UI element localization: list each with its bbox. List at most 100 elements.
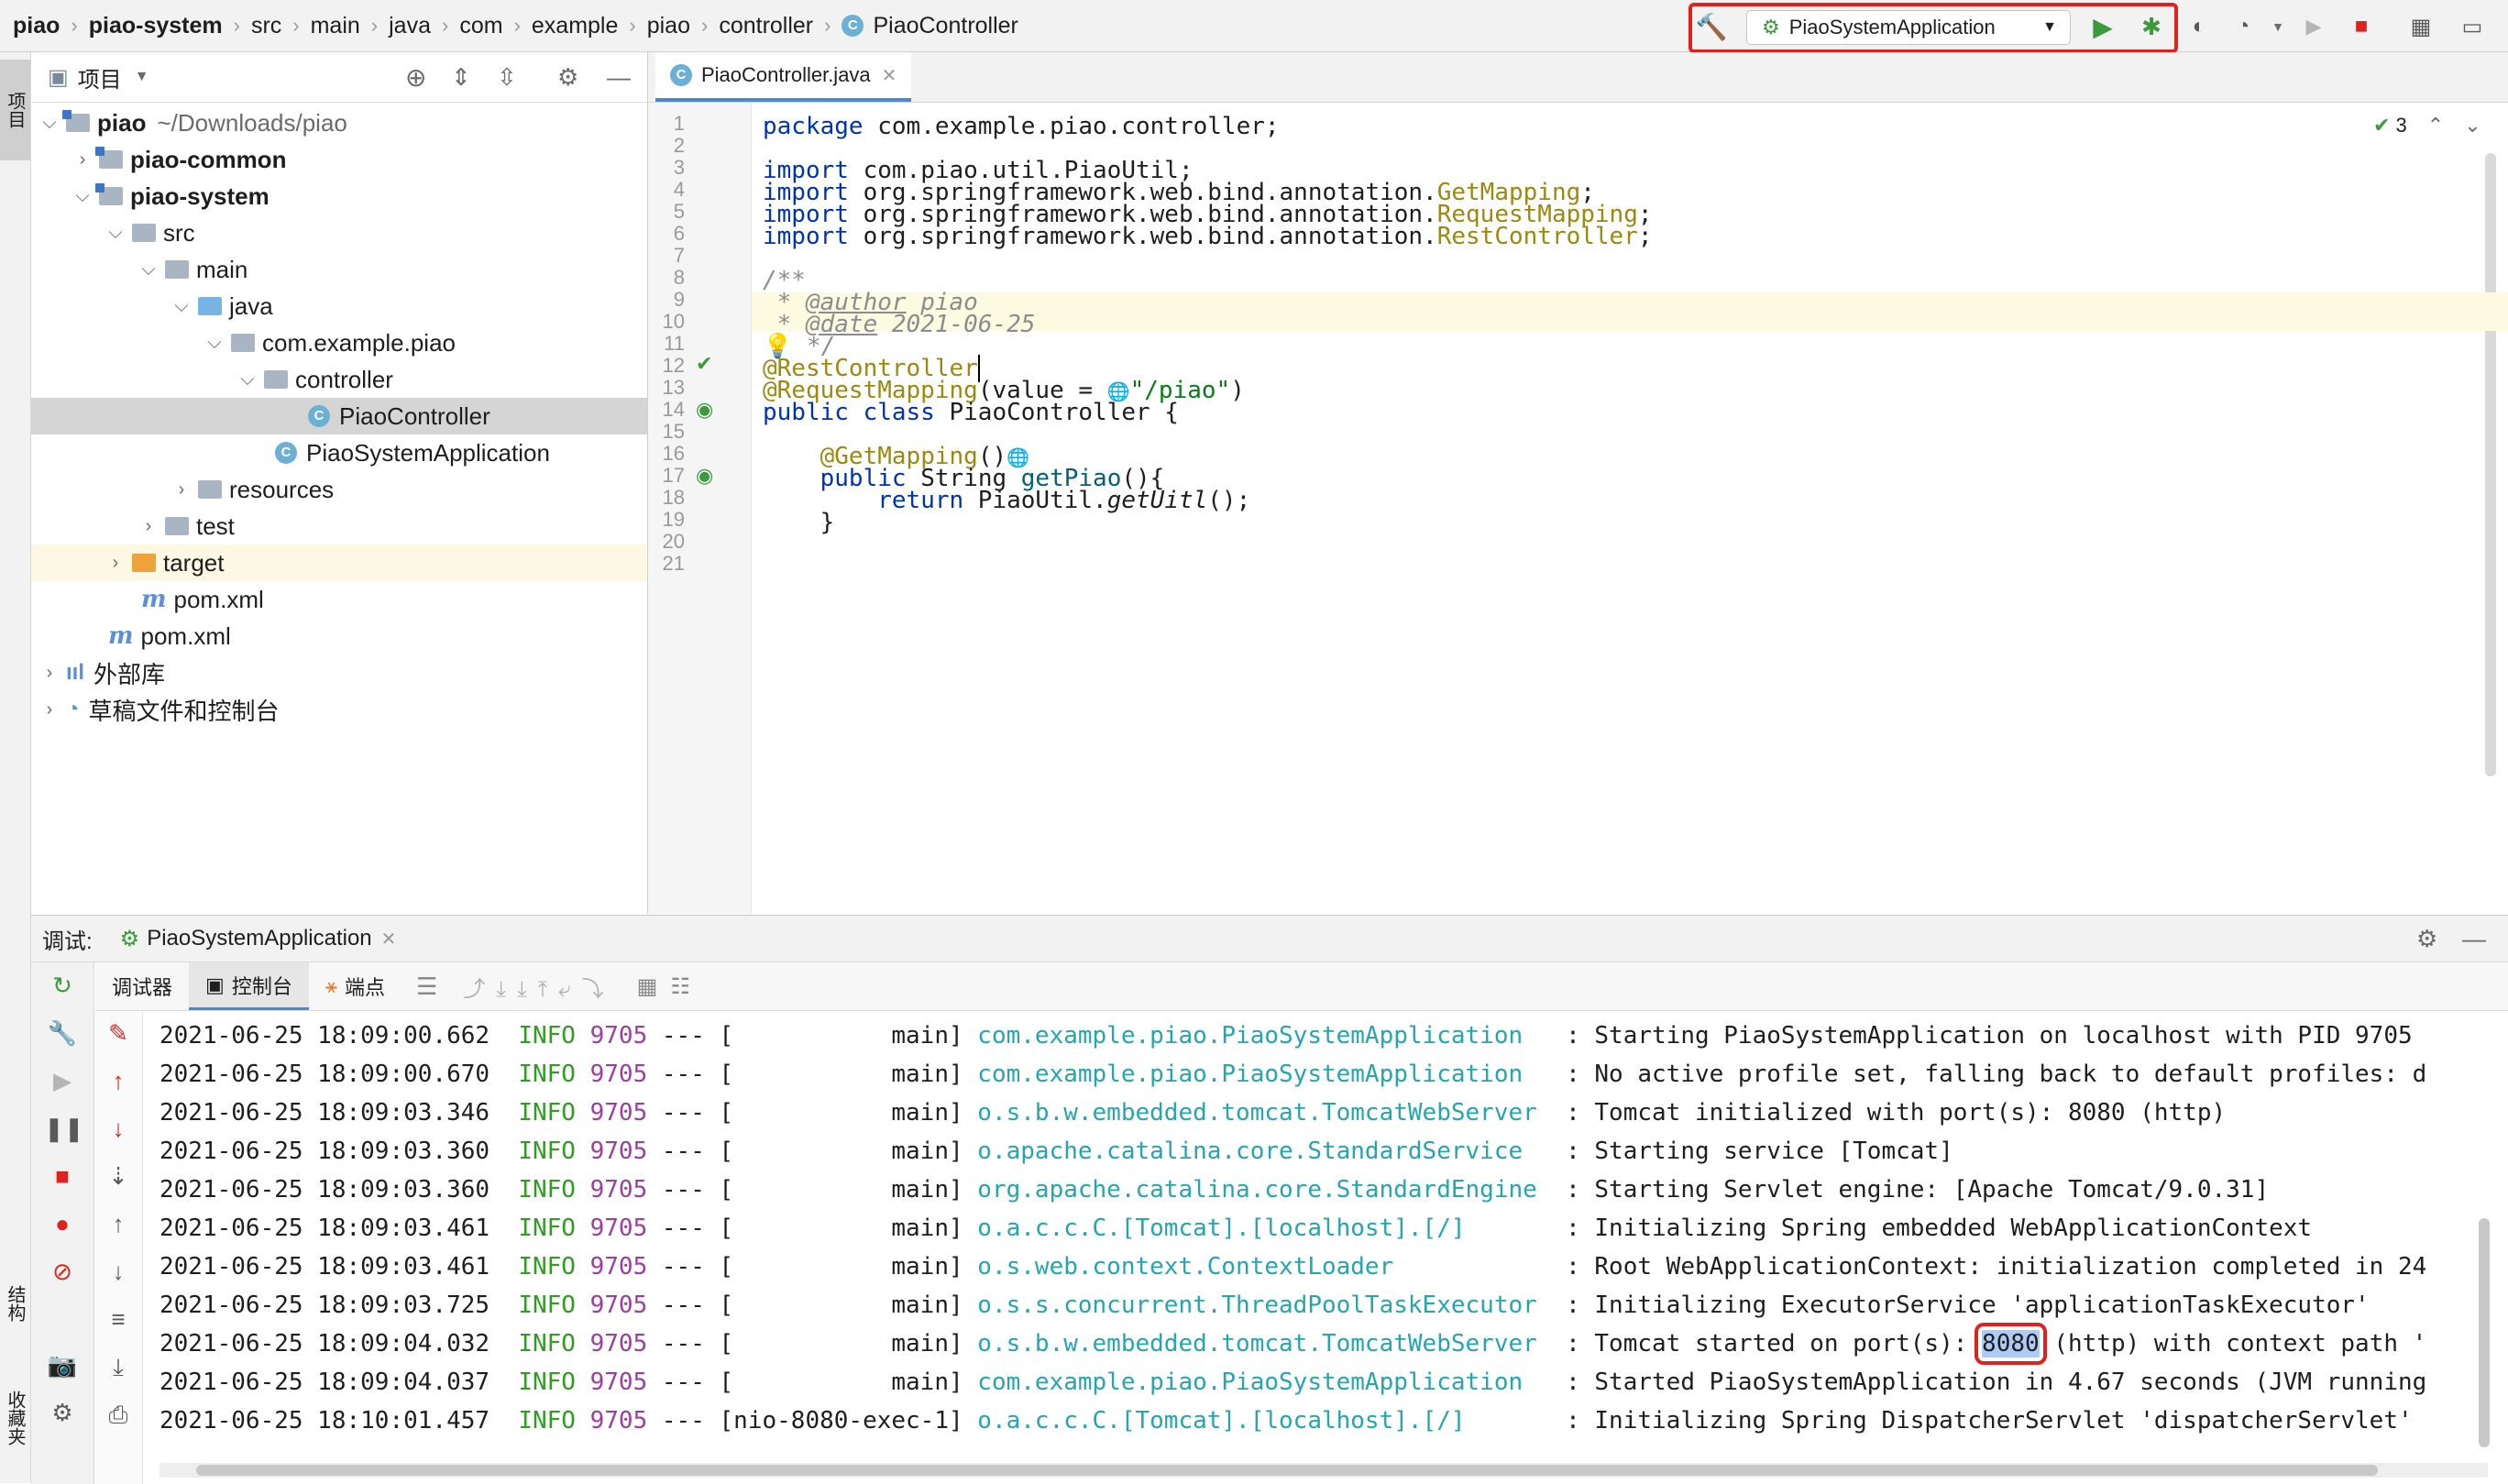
tree-item-target[interactable]: › target (31, 544, 647, 581)
breadcrumb-item-current[interactable]: C PiaoController (842, 13, 1018, 39)
breadcrumb-item[interactable]: main (311, 13, 360, 39)
tree-item-external-libraries[interactable]: › ııl 外部库 (31, 654, 647, 691)
chevron-right-icon[interactable]: › (73, 149, 92, 170)
minimize-icon[interactable]: — (607, 63, 631, 92)
dropdown-arrow-icon[interactable]: ▼ (135, 69, 149, 85)
print-icon[interactable]: ⎙ (100, 1401, 137, 1430)
chevron-down-icon[interactable]: ⌵ (172, 296, 191, 317)
collapse-all-icon[interactable]: ⇳ (497, 63, 517, 92)
gear-icon[interactable]: ⚙ (2416, 925, 2437, 953)
scrollbar-thumb[interactable] (196, 1465, 2378, 1476)
spring-bean-gutter-icon[interactable]: ◉ (696, 398, 713, 422)
editor-scrollbar[interactable] (2485, 153, 2496, 776)
menu-icon[interactable]: ☰ (416, 973, 437, 1001)
chevron-down-icon[interactable]: ⌄ (2464, 114, 2480, 137)
maven-icon: m (141, 586, 167, 613)
arrow-up-icon[interactable]: ↑ (100, 1067, 137, 1095)
debug-session-tab[interactable]: ⚙ PiaoSystemApplication ✕ (120, 926, 397, 952)
evaluate-icon[interactable]: ▦ (637, 973, 658, 1000)
tree-item-controller[interactable]: ⌵ controller (31, 361, 647, 398)
breadcrumb-item[interactable]: piao (647, 13, 690, 39)
close-icon[interactable]: ✕ (381, 928, 397, 951)
locate-target-icon[interactable]: ⊕ (405, 62, 426, 93)
inspection-widget[interactable]: ✔ 3 ⌃ ⌄ (2373, 114, 2481, 137)
stop-icon[interactable]: ■ (2344, 9, 2379, 44)
trace-icon[interactable]: ☷ (670, 973, 690, 1000)
chevron-down-icon[interactable]: ⌵ (106, 223, 125, 244)
camera-icon[interactable]: 📷 (44, 1351, 81, 1380)
tree-item-com-example-piao[interactable]: ⌵ com.example.piao (31, 324, 647, 361)
breadcrumb-item[interactable]: piao (13, 13, 60, 39)
breadcrumb-item[interactable]: controller (719, 13, 813, 39)
spring-bean-gutter-icon[interactable]: ✔ (696, 352, 712, 376)
project-structure-icon[interactable]: ▦ (2404, 9, 2438, 44)
more-run-options-icon[interactable]: ▼ (2260, 9, 2295, 44)
project-tool-tab[interactable]: 项目 (0, 60, 30, 160)
debug-title-bar: 调试: ⚙ PiaoSystemApplication ✕ ⚙ — (31, 916, 2508, 962)
chevron-up-icon[interactable]: ⌃ (2427, 114, 2444, 137)
chevron-down-icon[interactable]: ⌵ (40, 113, 59, 134)
tab-console[interactable]: ▣ 控制台 (189, 962, 309, 1010)
arrow-down-icon[interactable]: ↓ (100, 1258, 137, 1286)
minimize-icon[interactable]: — (2462, 925, 2486, 953)
tree-item-piaocontroller[interactable]: C PiaoController (31, 398, 647, 434)
breadcrumb-item[interactable]: piao-system (89, 13, 223, 39)
tree-item-piao-system[interactable]: ⌵ piao-system (31, 178, 647, 214)
chevron-down-icon[interactable]: ⌵ (139, 259, 158, 280)
favorites-tool-tab[interactable]: 收藏夹 (0, 1363, 30, 1473)
tree-item-pom-xml[interactable]: m pom.xml (31, 581, 647, 618)
project-panel-title[interactable]: 项目 (78, 61, 122, 93)
tree-item-main[interactable]: ⌵ main (31, 251, 647, 288)
expand-all-icon[interactable]: ⇕ (451, 63, 471, 92)
window-layout-icon[interactable]: ▭ (2455, 9, 2490, 44)
arrow-down-icon[interactable]: ↓ (100, 1115, 137, 1143)
chevron-right-icon[interactable]: › (106, 553, 125, 574)
tree-item-scratches[interactable]: › ◔ 草稿文件和控制台 (31, 691, 647, 728)
tab-endpoints[interactable]: ⚹ 端点 (309, 962, 402, 1010)
soft-wrap-icon[interactable]: ≡ (100, 1305, 137, 1334)
tree-item-java[interactable]: ⌵ java (31, 288, 647, 324)
run-with-coverage-icon[interactable]: ◐ (2182, 9, 2216, 44)
arrow-up-icon[interactable]: ↑ (100, 1210, 137, 1238)
gear-icon[interactable]: ⚙ (44, 1399, 81, 1427)
tree-item-piao-common[interactable]: › piao-common (31, 141, 647, 178)
tree-item-pom-xml[interactable]: m pom.xml (31, 618, 647, 654)
tree-item-piaosystemapplication[interactable]: C PiaoSystemApplication (31, 434, 647, 471)
breadcrumb-item[interactable]: src (251, 13, 281, 39)
chevron-down-icon[interactable]: ⌵ (73, 186, 92, 207)
chevron-down-icon[interactable]: ⌵ (238, 369, 257, 390)
clear-console-icon[interactable]: ✎ (100, 1019, 137, 1048)
tree-item-src[interactable]: ⌵ src (31, 214, 647, 251)
chevron-right-icon[interactable]: › (172, 479, 191, 500)
console-output[interactable]: 2021-06-25 18:09:00.662 INFO 9705 --- [ … (160, 1017, 2488, 1457)
chevron-right-icon[interactable]: › (40, 663, 59, 684)
wrench-icon[interactable]: 🔧 (44, 1019, 81, 1048)
mute-breakpoints-icon[interactable]: ⊘ (44, 1258, 81, 1286)
tab-piaocontroller-java[interactable]: C PiaoController.java ✕ (655, 52, 912, 102)
chevron-right-icon[interactable]: › (40, 699, 59, 720)
tree-item-resources[interactable]: › resources (31, 471, 647, 508)
chevron-down-icon[interactable]: ⌵ (205, 333, 224, 354)
sort-icon[interactable]: ⇣ (100, 1162, 137, 1191)
stop-icon[interactable]: ■ (44, 1162, 81, 1191)
console-horizontal-scrollbar[interactable] (160, 1463, 2488, 1478)
breadcrumb-item[interactable]: com (459, 13, 502, 39)
tab-debugger[interactable]: 调试器 (95, 962, 189, 1010)
console-vertical-scrollbar[interactable] (2479, 1218, 2490, 1447)
line-number: 1 (673, 112, 685, 135)
tree-item-test[interactable]: › test (31, 508, 647, 544)
close-icon[interactable]: ✕ (882, 64, 897, 87)
gear-icon[interactable]: ⚙ (557, 63, 578, 92)
scroll-to-end-icon[interactable]: ⤓ (100, 1353, 137, 1382)
structure-tool-tab[interactable]: 结构 (0, 1262, 30, 1345)
rerun-icon[interactable]: ↻ (44, 972, 81, 1000)
profile-icon[interactable]: ◔ (2226, 9, 2260, 44)
request-mapping-gutter-icon[interactable]: ◉ (696, 464, 713, 488)
breadcrumb-item[interactable]: example (532, 13, 619, 39)
project-panel: ▣ 项目 ▼ ⊕ ⇕ ⇳ ⚙ — ⌵ piao ~/Downloads/piao… (31, 52, 648, 914)
tree-item-piao[interactable]: ⌵ piao ~/Downloads/piao (31, 104, 647, 141)
breadcrumb-item[interactable]: java (389, 13, 431, 39)
chevron-right-icon[interactable]: › (139, 516, 158, 537)
pause-icon[interactable]: ❚❚ (44, 1115, 84, 1143)
view-breakpoints-icon[interactable]: ● (44, 1210, 81, 1238)
